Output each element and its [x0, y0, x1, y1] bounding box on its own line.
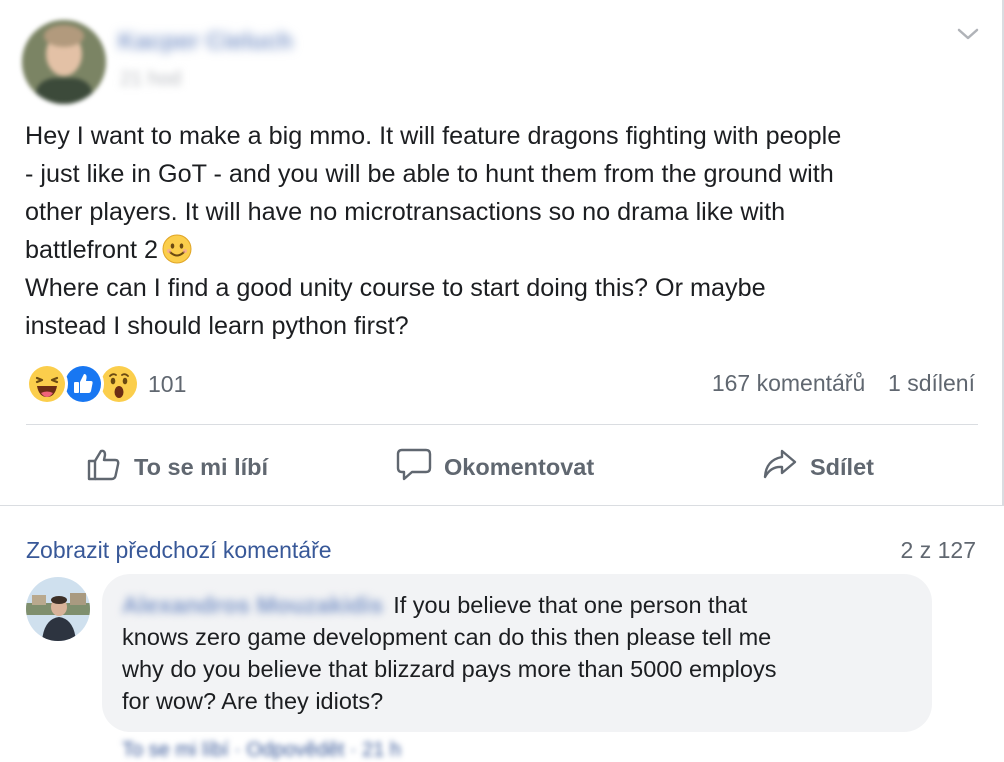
comment-author-name[interactable]: Alexandros Mouzakidis: [122, 592, 383, 618]
comments-section: Zobrazit předchozí komentáře 2 z 127 Ale…: [0, 507, 1004, 761]
post-text-line: battlefront 2: [25, 231, 985, 269]
reactions-summary[interactable]: 101: [26, 363, 187, 405]
thumbs-up-icon: [86, 446, 134, 488]
post-text-line: - just like in GoT - and you will be abl…: [25, 160, 834, 188]
show-previous-comments-link[interactable]: Zobrazit předchozí komentáře: [26, 537, 332, 564]
smiley-emoji-icon: [162, 234, 192, 264]
post-stats: 167 komentářů 1 sdílení: [712, 370, 975, 397]
post-text-line: Hey I want to make a big mmo. It will fe…: [25, 122, 842, 150]
post-text-segment: battlefront 2: [25, 236, 159, 264]
comment-actions[interactable]: To se mi líbí · Odpovědět · 21 h: [122, 739, 401, 762]
comment-button[interactable]: Okomentovat: [396, 446, 594, 488]
post-text-line: other players. It will have no microtran…: [25, 198, 786, 226]
comments-page-count: 2 z 127: [900, 537, 976, 563]
post-author-name[interactable]: Kacper Cieluch: [118, 28, 293, 56]
reaction-count: 101: [148, 370, 187, 397]
comment-text-line: for wow? Are they idiots?: [122, 688, 384, 714]
actions-divider: [26, 424, 978, 425]
comment-icon: [396, 446, 444, 488]
post-card: Kacper Cieluch 21 hod Hey I want to make…: [0, 0, 1004, 506]
comment-text-line: If you believe that one person that: [393, 592, 748, 618]
comment-bubble: Alexandros Mouzakidis If you believe that…: [102, 574, 932, 732]
post-text-line: Where can I find a good unity course to …: [25, 274, 766, 302]
like-button[interactable]: To se mi líbí: [86, 446, 268, 488]
shares-count-link[interactable]: 1 sdílení: [888, 370, 975, 396]
author-avatar[interactable]: [22, 20, 106, 104]
comment-button-label: Okomentovat: [444, 453, 595, 480]
comment-text-line: knows zero game development can do this …: [122, 624, 772, 650]
commenter-avatar[interactable]: [26, 577, 90, 641]
post-body: Hey I want to make a big mmo. It will fe…: [25, 117, 985, 345]
post-timestamp[interactable]: 21 hod: [120, 68, 181, 91]
wow-icon: [98, 363, 140, 405]
comment-text-line: why do you believe that blizzard pays mo…: [122, 656, 777, 682]
like-icon: [62, 363, 104, 405]
like-button-label: To se mi líbí: [134, 453, 269, 480]
post-text-line: instead I should learn python first?: [25, 312, 409, 340]
comments-count-link[interactable]: 167 komentářů: [712, 370, 865, 396]
haha-icon: [26, 363, 68, 405]
share-button-label: Sdílet: [810, 453, 874, 480]
chevron-down-icon[interactable]: [955, 24, 981, 44]
share-icon: [762, 446, 810, 488]
share-button[interactable]: Sdílet: [762, 446, 874, 488]
